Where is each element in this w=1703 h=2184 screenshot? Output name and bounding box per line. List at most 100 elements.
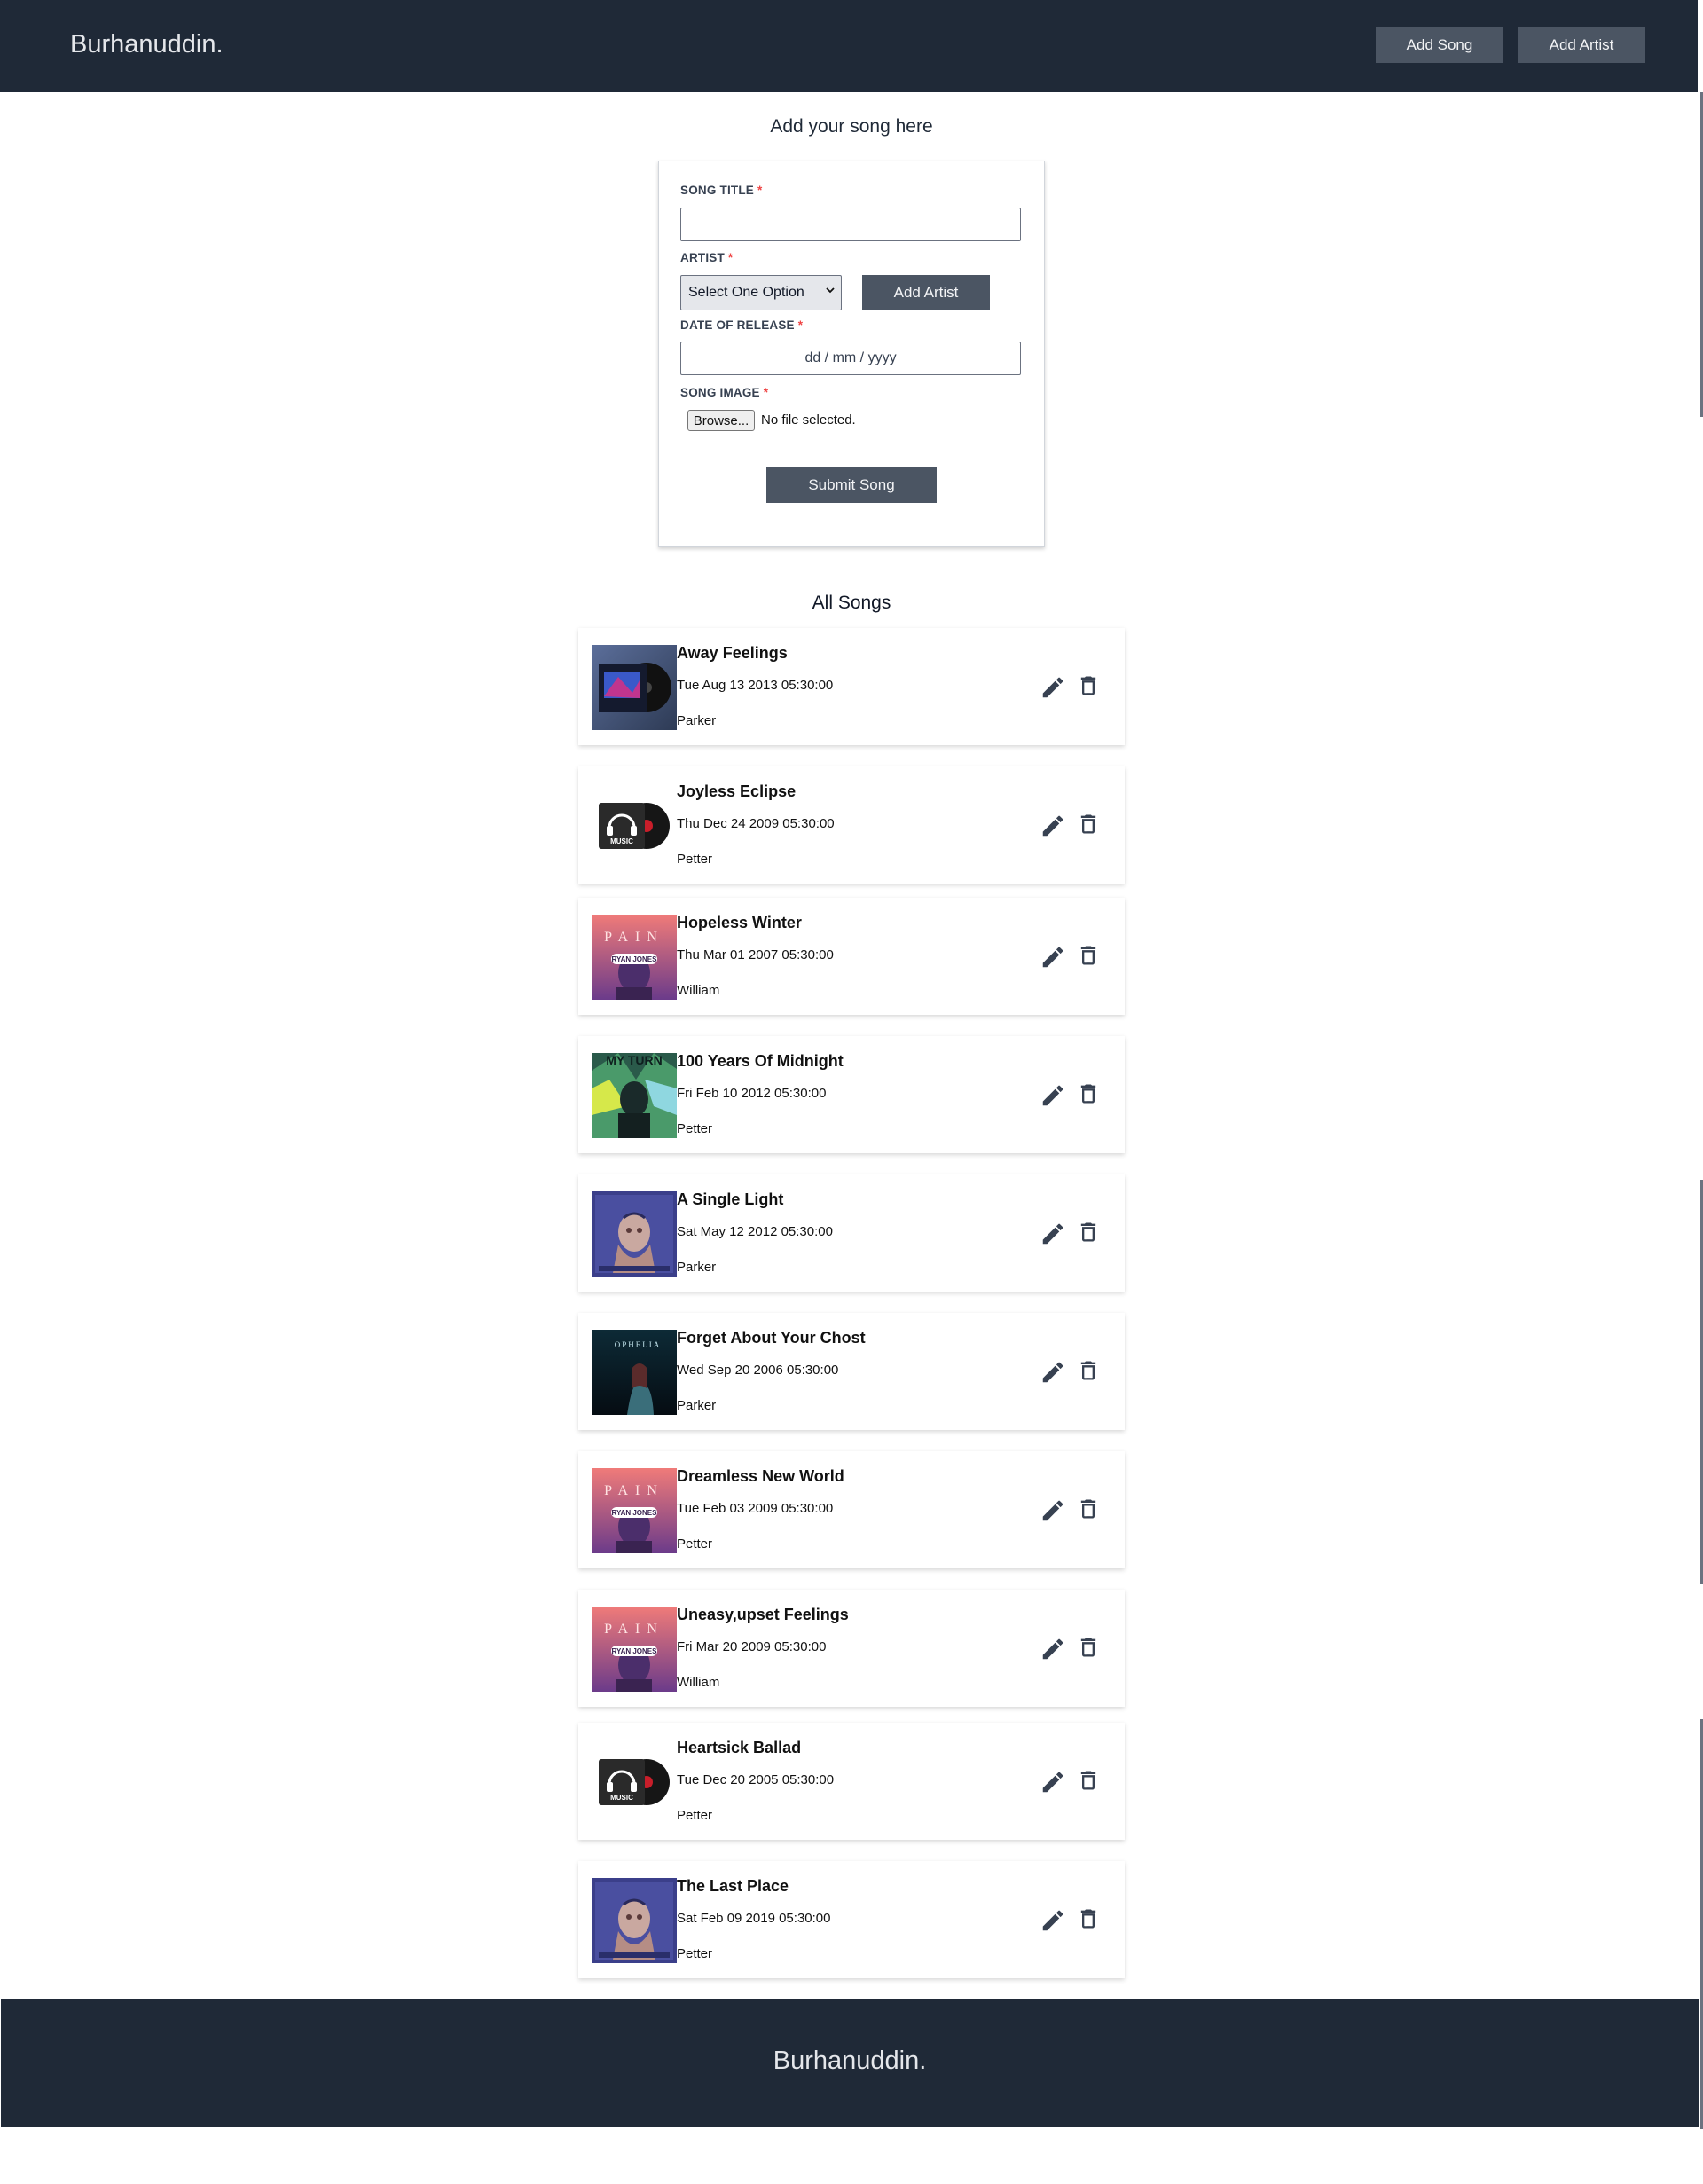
artist-label: ARTIST *: [680, 251, 733, 264]
delete-trash-icon[interactable]: [1076, 811, 1101, 837]
song-cover-image: PAIN RYAN JONES: [592, 1607, 677, 1692]
song-artist: William: [677, 983, 720, 998]
song-artist: Petter: [677, 1121, 713, 1136]
svg-text:RYAN JONES: RYAN JONES: [612, 955, 658, 963]
song-release-date: Tue Feb 03 2009 05:30:00: [677, 1501, 834, 1516]
svg-text:MUSIC: MUSIC: [610, 837, 633, 845]
delete-trash-icon[interactable]: [1076, 1357, 1101, 1384]
edit-pencil-icon[interactable]: [1040, 944, 1066, 970]
brand-logo-text[interactable]: Burhanuddin.: [70, 30, 224, 59]
song-card: PAIN RYAN JONES Dreamless New World Tue Feb…: [578, 1451, 1125, 1568]
delete-trash-icon[interactable]: [1076, 1219, 1101, 1245]
song-artist: William: [677, 1675, 720, 1690]
top-navbar: Burhanuddin. Add Song Add Artist: [0, 0, 1698, 92]
song-title: Dreamless New World: [677, 1467, 844, 1485]
required-mark: *: [727, 251, 734, 264]
song-title: Uneasy,upset Feelings: [677, 1606, 849, 1623]
delete-trash-icon[interactable]: [1076, 942, 1101, 969]
song-title-input[interactable]: [680, 208, 1021, 241]
song-image-label-text: SONG IMAGE: [680, 386, 760, 399]
song-cover-image: [592, 1878, 677, 1963]
release-date-input[interactable]: dd / mm / yyyy: [680, 342, 1021, 375]
song-title: The Last Place: [677, 1877, 789, 1895]
edit-pencil-icon[interactable]: [1040, 1497, 1066, 1524]
submit-song-button[interactable]: Submit Song: [766, 467, 937, 503]
song-card: OPHELIA Forget About Your Chost Wed Sep 20…: [578, 1313, 1125, 1430]
song-release-date: Thu Dec 24 2009 05:30:00: [677, 816, 835, 831]
edit-pencil-icon[interactable]: [1040, 813, 1066, 839]
song-title-label-text: SONG TITLE: [680, 184, 754, 197]
song-card: MUSIC Heartsick Ballad Tue Dec 20 2005 05:…: [578, 1723, 1125, 1840]
song-artist: Petter: [677, 1808, 713, 1823]
song-card: The Last Place Sat Feb 09 2019 05:30:00 Pe…: [578, 1861, 1125, 1978]
song-title: 100 Years Of Midnight: [677, 1052, 844, 1070]
song-card: Away Feelings Tue Aug 13 2013 05:30:00 Par…: [578, 628, 1125, 745]
form-add-artist-button[interactable]: Add Artist: [862, 275, 990, 310]
song-cover-image: [592, 645, 677, 730]
song-release-date: Wed Sep 20 2006 05:30:00: [677, 1363, 839, 1378]
song-artist: Parker: [677, 1398, 717, 1413]
song-release-date: Sat May 12 2012 05:30:00: [677, 1224, 833, 1239]
footer: Burhanuddin.: [1, 1999, 1699, 2127]
svg-text:PAIN: PAIN: [604, 1622, 664, 1637]
song-card: PAIN RYAN JONES Uneasy,upset Feelings Fri M…: [578, 1590, 1125, 1707]
song-artist: Petter: [677, 1536, 713, 1552]
song-release-date: Sat Feb 09 2019 05:30:00: [677, 1911, 831, 1926]
edit-pencil-icon[interactable]: [1040, 1907, 1066, 1934]
song-release-date: Tue Aug 13 2013 05:30:00: [677, 678, 834, 693]
delete-trash-icon[interactable]: [1076, 672, 1101, 699]
edit-pencil-icon[interactable]: [1040, 1221, 1066, 1247]
song-artist: Petter: [677, 1946, 713, 1961]
footer-brand: Burhanuddin.: [773, 2047, 927, 2075]
delete-trash-icon[interactable]: [1076, 1080, 1101, 1107]
edit-pencil-icon[interactable]: [1040, 1359, 1066, 1386]
song-release-date: Thu Mar 01 2007 05:30:00: [677, 947, 834, 962]
date-placeholder: dd / mm / yyyy: [804, 350, 897, 365]
song-title: A Single Light: [677, 1190, 784, 1208]
delete-trash-icon[interactable]: [1076, 1634, 1101, 1661]
song-image-label: SONG IMAGE *: [680, 386, 768, 399]
song-cover-image: MUSIC: [592, 1740, 677, 1825]
delete-trash-icon[interactable]: [1076, 1767, 1101, 1794]
song-card: MUSIC Joyless Eclipse Thu Dec 24 2009 05:3…: [578, 766, 1125, 884]
svg-text:PAIN: PAIN: [604, 1483, 664, 1498]
browse-file-button[interactable]: Browse...: [687, 410, 755, 431]
song-cover-image: [592, 1191, 677, 1277]
add-song-nav-button[interactable]: Add Song: [1376, 27, 1503, 63]
song-cover-image: OPHELIA: [592, 1330, 677, 1415]
all-songs-heading: All Songs: [812, 593, 891, 613]
required-mark: *: [757, 184, 763, 197]
add-artist-nav-button[interactable]: Add Artist: [1518, 27, 1645, 63]
song-release-date: Fri Mar 20 2009 05:30:00: [677, 1639, 827, 1654]
delete-trash-icon[interactable]: [1076, 1905, 1101, 1932]
song-artist: Parker: [677, 713, 717, 728]
song-cover-image: PAIN RYAN JONES: [592, 1468, 677, 1553]
svg-text:RYAN JONES: RYAN JONES: [612, 1647, 658, 1655]
song-cover-image: MUSIC: [592, 783, 677, 868]
edit-pencil-icon[interactable]: [1040, 674, 1066, 701]
song-cover-image: PAIN RYAN JONES: [592, 915, 677, 1000]
required-mark: *: [763, 386, 769, 399]
song-cover-image: MY TURN: [592, 1053, 677, 1138]
add-song-form: SONG TITLE * ARTIST * Select One Option …: [658, 161, 1045, 547]
date-label-text: DATE OF RELEASE: [680, 318, 795, 332]
chevron-down-icon: [825, 284, 836, 298]
delete-trash-icon[interactable]: [1076, 1496, 1101, 1522]
edit-pencil-icon[interactable]: [1040, 1769, 1066, 1795]
svg-text:MUSIC: MUSIC: [610, 1794, 633, 1802]
date-of-release-label: DATE OF RELEASE *: [680, 318, 803, 332]
song-artist: Petter: [677, 852, 713, 867]
artist-select[interactable]: Select One Option: [680, 275, 842, 310]
song-title: Away Feelings: [677, 644, 788, 662]
song-release-date: Fri Feb 10 2012 05:30:00: [677, 1086, 827, 1101]
artist-label-text: ARTIST: [680, 251, 725, 264]
song-card: PAIN RYAN JONES Hopeless Winter Thu Mar 01 …: [578, 898, 1125, 1015]
song-title: Hopeless Winter: [677, 914, 802, 931]
song-card: MY TURN 100 Years Of Midnight Fri Feb 10 2…: [578, 1036, 1125, 1153]
song-release-date: Tue Dec 20 2005 05:30:00: [677, 1772, 835, 1787]
song-title-label: SONG TITLE *: [680, 184, 762, 197]
edit-pencil-icon[interactable]: [1040, 1082, 1066, 1109]
song-title: Forget About Your Chost: [677, 1329, 866, 1347]
edit-pencil-icon[interactable]: [1040, 1636, 1066, 1662]
required-mark: *: [797, 318, 804, 332]
